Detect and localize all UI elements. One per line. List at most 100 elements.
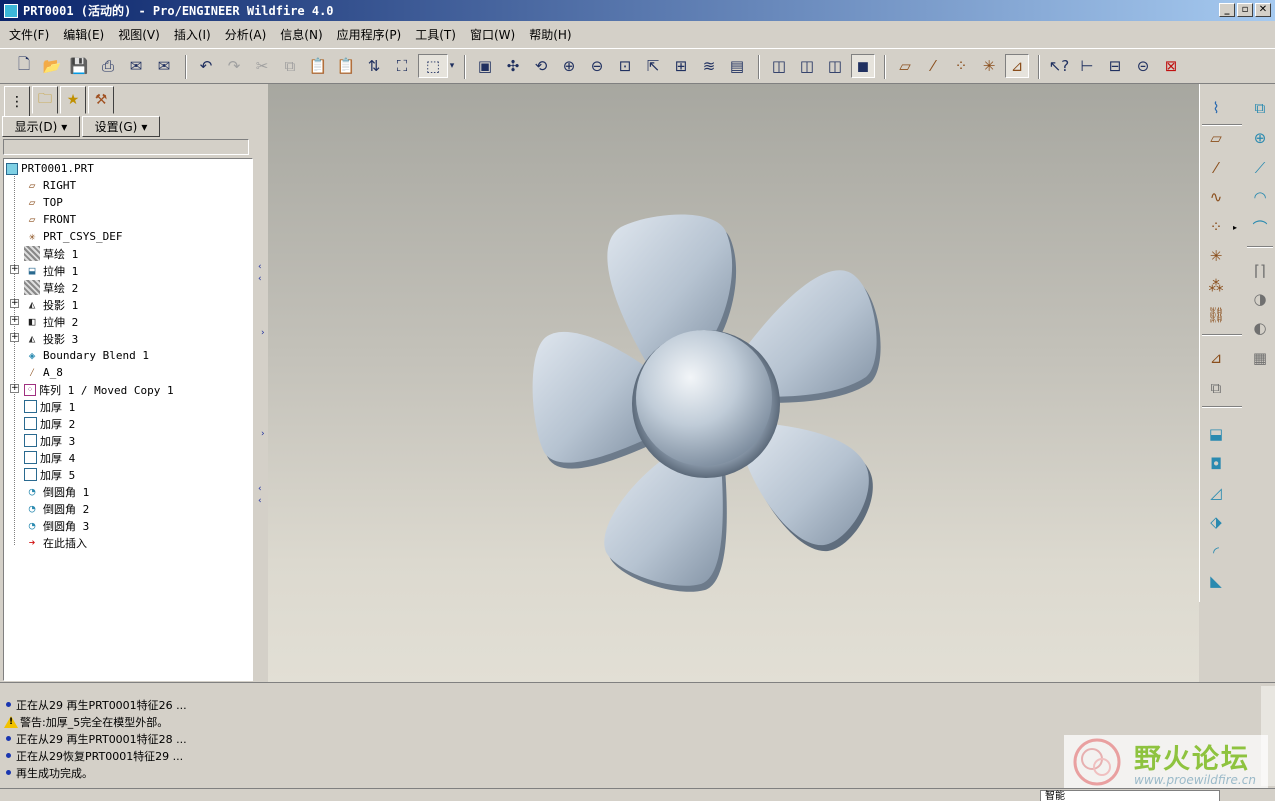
regenerate-icon[interactable]: ⇅ <box>362 54 386 78</box>
tree-item-thicken-3[interactable]: 加厚 3 <box>24 432 75 449</box>
menu-window[interactable]: 窗口(W) <box>465 26 520 43</box>
tree-item-round-1[interactable]: ◔ 倒圆角 1 <box>24 483 90 500</box>
orient-mode-icon[interactable]: ⟲ <box>529 54 553 78</box>
collapse-arrow-icon[interactable]: ‹ <box>258 274 262 284</box>
datum-axes-icon[interactable]: ⁄ <box>921 54 945 78</box>
find-icon[interactable]: ⛶ <box>390 54 414 78</box>
extrude-tool-icon[interactable]: ⬓ <box>1204 422 1228 446</box>
minimize-button[interactable]: _ <box>1219 3 1235 17</box>
restore-button[interactable]: ▫ <box>1237 3 1253 17</box>
collapse-arrow-icon[interactable]: ‹ <box>258 484 262 494</box>
refit-icon[interactable]: ⊡ <box>613 54 637 78</box>
email-icon[interactable]: ✉ <box>124 54 148 78</box>
selection-box-icon[interactable]: ⬚ <box>418 54 448 78</box>
menu-help[interactable]: 帮助(H) <box>524 26 576 43</box>
close-button[interactable]: ✕ <box>1255 3 1271 17</box>
menu-analysis[interactable]: 分析(A) <box>220 26 272 43</box>
copy-icon[interactable]: ⧉ <box>278 54 302 78</box>
no-hidden-icon[interactable]: ◫ <box>823 54 847 78</box>
expand-toggle[interactable]: + <box>10 265 19 274</box>
appearance-icon[interactable]: ▤ <box>725 54 749 78</box>
email-link-icon[interactable]: ✉ <box>152 54 176 78</box>
tree-item-thicken-2[interactable]: 加厚 2 <box>24 415 75 432</box>
menu-insert[interactable]: 插入(I) <box>169 26 216 43</box>
datum-curve-tool-icon[interactable]: ∿ <box>1204 185 1228 209</box>
redo-icon[interactable]: ↷ <box>222 54 246 78</box>
trim-tool-icon[interactable]: ⟋ <box>1248 156 1272 180</box>
hidden-line-icon[interactable]: ◫ <box>795 54 819 78</box>
undo-icon[interactable]: ↶ <box>194 54 218 78</box>
merge-tool-icon[interactable]: ⊕ <box>1248 126 1272 150</box>
coord-sys-icon[interactable]: ✳ <box>977 54 1001 78</box>
paste-icon[interactable]: 📋 <box>306 54 330 78</box>
chain-tool-icon[interactable]: ⛓ <box>1204 303 1228 327</box>
menu-info[interactable]: 信息(N) <box>275 26 327 43</box>
tree-item-sketch-1[interactable]: 草绘 1 <box>24 245 78 262</box>
expand-toggle[interactable]: + <box>10 299 19 308</box>
tree-item-part[interactable]: PRT0001.PRT <box>6 160 94 177</box>
datum-planes-icon[interactable]: ▱ <box>893 54 917 78</box>
graphics-window[interactable] <box>268 84 1199 682</box>
annotations-icon[interactable]: ⊿ <box>1005 54 1029 78</box>
tree-item-axis[interactable]: ⁄ A_8 <box>24 364 63 381</box>
draft-tool-icon[interactable]: ◐ <box>1248 316 1272 340</box>
tree-item-thicken-1[interactable]: 加厚 1 <box>24 398 75 415</box>
menu-file[interactable]: 文件(F) <box>4 26 54 43</box>
tree-item-round-3[interactable]: ◔ 倒圆角 3 <box>24 517 90 534</box>
show-dropdown-button[interactable]: 显示(D) ▾ <box>2 116 80 137</box>
print-icon[interactable]: ⎙ <box>96 54 120 78</box>
annotation-tool-icon[interactable]: ⊿ <box>1204 346 1228 370</box>
pattern-tool-icon[interactable]: ▦ <box>1248 346 1272 370</box>
model-analysis-icon[interactable]: ⊝ <box>1131 54 1155 78</box>
spin-center-icon[interactable]: ✣ <box>501 54 525 78</box>
connections-tab[interactable]: ⚒ <box>88 86 114 114</box>
cut-icon[interactable]: ✂ <box>250 54 274 78</box>
section-icon[interactable]: ⊟ <box>1103 54 1127 78</box>
measure-icon[interactable]: ⊢ <box>1075 54 1099 78</box>
expand-arrow-icon[interactable]: › <box>261 429 265 439</box>
round-tool-icon[interactable]: ◜ <box>1204 540 1228 564</box>
collapse-arrow-icon[interactable]: ‹ <box>258 496 262 506</box>
datum-point-tool-icon[interactable]: ⁘ <box>1204 215 1228 239</box>
offset-tool-icon[interactable]: ◠ <box>1248 185 1272 209</box>
tree-item-thicken-5[interactable]: 加厚 5 <box>24 466 75 483</box>
tree-item-extrude-2[interactable]: ◧ 拉伸 2 <box>24 313 79 330</box>
menu-edit[interactable]: 编辑(E) <box>58 26 109 43</box>
wireframe-icon[interactable]: ◫ <box>767 54 791 78</box>
tree-item-thicken-4[interactable]: 加厚 4 <box>24 449 75 466</box>
open-icon[interactable]: 📂 <box>40 54 64 78</box>
datum-axis-tool-icon[interactable]: ⁄ <box>1204 156 1228 180</box>
favorites-tab[interactable]: ★ <box>60 86 86 114</box>
blend-tool-icon[interactable]: ⬗ <box>1204 510 1228 534</box>
analysis-feature-icon[interactable]: ⁂ <box>1204 274 1228 298</box>
close-window-icon[interactable]: ⊠ <box>1159 54 1183 78</box>
expand-arrow-icon[interactable]: › <box>261 328 265 338</box>
tree-item-csys[interactable]: ✳ PRT_CSYS_DEF <box>24 228 123 245</box>
tree-item-front[interactable]: ▱ FRONT <box>24 211 76 228</box>
collapse-arrow-icon[interactable]: ‹ <box>258 262 262 272</box>
datum-plane-tool-icon[interactable]: ▱ <box>1204 126 1228 150</box>
revolve-tool-icon[interactable]: ◘ <box>1204 452 1228 476</box>
tree-item-insert-here[interactable]: ➔ 在此插入 <box>24 534 87 551</box>
folder-browser-tab[interactable]: 🗀 <box>32 86 58 114</box>
tree-item-round-2[interactable]: ◔ 倒圆角 2 <box>24 500 90 517</box>
flyout-arrow-icon[interactable]: ▸ <box>1230 215 1240 239</box>
expand-toggle[interactable]: + <box>10 316 19 325</box>
layers-icon[interactable]: ≋ <box>697 54 721 78</box>
mirror-tool-icon[interactable]: ⧉ <box>1248 96 1272 120</box>
csys-tool-icon[interactable]: ✳ <box>1204 244 1228 268</box>
shading-icon[interactable]: ◼ <box>851 54 875 78</box>
menu-tools[interactable]: 工具(T) <box>410 26 461 43</box>
context-help-icon[interactable]: ↖? <box>1047 54 1071 78</box>
rib-tool-icon[interactable]: ◑ <box>1248 287 1272 311</box>
save-icon[interactable]: 💾 <box>67 54 91 78</box>
copy-tool-icon[interactable]: ⧉ <box>1204 376 1228 400</box>
paste-special-icon[interactable]: 📋 <box>334 54 358 78</box>
chamfer-tool-icon[interactable]: ◣ <box>1204 569 1228 593</box>
menu-view[interactable]: 视图(V) <box>113 26 165 43</box>
zoom-out-icon[interactable]: ⊖ <box>585 54 609 78</box>
reorient-icon[interactable]: ⇱ <box>641 54 665 78</box>
tree-item-projection-1[interactable]: ◭ 投影 1 <box>24 296 79 313</box>
menu-applications[interactable]: 应用程序(P) <box>332 26 407 43</box>
shell-tool-icon[interactable]: ⌈⌉ <box>1248 259 1272 283</box>
